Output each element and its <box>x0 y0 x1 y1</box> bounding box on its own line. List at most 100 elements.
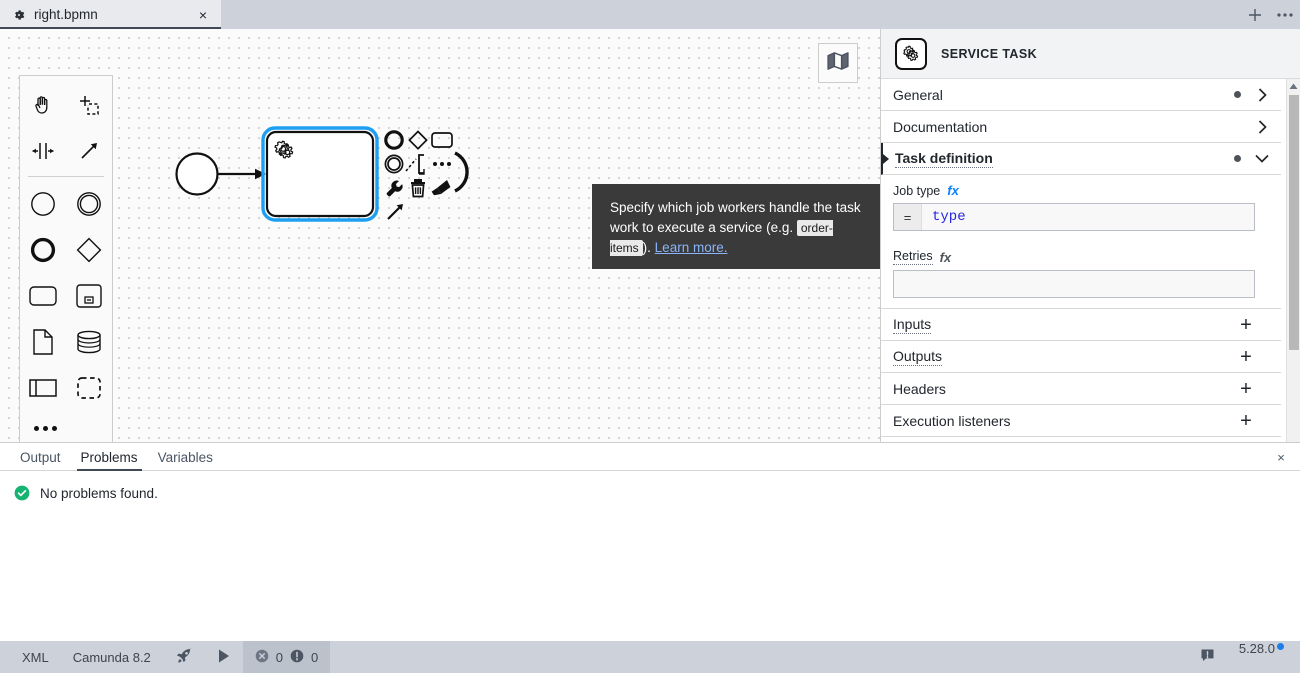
scrollbar-thumb[interactable] <box>1289 95 1299 350</box>
create-data-object-icon[interactable] <box>20 319 66 365</box>
tab-variables[interactable]: Variables <box>148 450 223 470</box>
error-count: 0 <box>275 649 284 665</box>
job-type-input[interactable]: = type <box>893 203 1255 231</box>
new-tab-button[interactable] <box>1240 0 1270 29</box>
connect-arrow-icon[interactable] <box>387 204 403 220</box>
chevron-right-icon[interactable] <box>1255 119 1269 134</box>
retries-input[interactable] <box>893 270 1255 298</box>
group-inputs-label: Inputs <box>893 315 932 334</box>
close-icon[interactable]: × <box>1272 448 1290 466</box>
start-event[interactable] <box>175 152 219 196</box>
properties-scrollbar[interactable] <box>1286 79 1300 442</box>
create-data-store-icon[interactable] <box>66 319 112 365</box>
lasso-tool-icon[interactable] <box>66 82 112 128</box>
group-task-definition[interactable]: Task definition <box>881 143 1281 175</box>
bpmn-canvas[interactable]: Specify which job workers handle the tas… <box>0 29 880 442</box>
tab-title: right.bpmn <box>34 7 98 22</box>
context-pad <box>384 130 469 220</box>
status-xml-label: XML <box>22 649 49 665</box>
sequence-flow[interactable] <box>218 168 266 180</box>
add-execution-listener-button[interactable]: + <box>1237 411 1255 431</box>
version-button[interactable]: 5.28.0 <box>1227 641 1290 673</box>
create-subprocess-icon[interactable] <box>66 273 112 319</box>
create-end-event-icon[interactable] <box>20 227 66 273</box>
add-header-button[interactable]: + <box>1237 379 1255 399</box>
space-tool-icon[interactable] <box>20 128 66 174</box>
group-task-definition-label: Task definition <box>895 149 993 168</box>
add-input-button[interactable]: + <box>1237 315 1255 335</box>
problems-empty-message: No problems found. <box>40 485 158 501</box>
field-retries-label-row: Retries fx <box>893 249 1269 265</box>
tab-problems[interactable]: Problems <box>71 450 148 471</box>
properties-panel-title: SERVICE TASK <box>941 46 1038 61</box>
hand-tool-icon[interactable] <box>20 82 66 128</box>
create-group-icon[interactable] <box>66 365 112 411</box>
rocket-icon <box>175 647 193 668</box>
append-text-annotation-icon[interactable] <box>405 154 425 175</box>
warning-count: 0 <box>311 649 319 665</box>
group-general[interactable]: General <box>881 79 1281 111</box>
group-general-dot <box>1234 91 1241 98</box>
append-end-event-icon[interactable] <box>384 130 404 150</box>
update-available-dot <box>1277 643 1284 650</box>
minimap-icon <box>827 51 849 75</box>
properties-panel: SERVICE TASK General Documentation Task … <box>880 29 1300 442</box>
group-documentation-label: Documentation <box>893 118 988 135</box>
chevron-right-icon[interactable] <box>1255 87 1269 102</box>
tab-bar-spacer <box>221 0 1240 29</box>
feel-toggle-icon[interactable]: fx <box>940 250 952 265</box>
append-gateway-icon[interactable] <box>408 130 428 150</box>
group-documentation[interactable]: Documentation <box>881 111 1281 143</box>
status-engine-label: Camunda 8.2 <box>72 649 151 665</box>
deploy-button[interactable] <box>163 641 205 673</box>
service-task-icon <box>895 37 927 70</box>
delete-icon[interactable] <box>411 179 425 198</box>
notifications-button[interactable] <box>1188 641 1227 673</box>
field-retries: Retries fx <box>881 241 1281 308</box>
problems-counts-button[interactable]: 0 0 <box>242 641 331 673</box>
chevron-down-icon[interactable] <box>1255 154 1269 163</box>
append-intermediate-event-icon[interactable] <box>384 154 404 174</box>
paintbrush-icon[interactable] <box>431 180 451 196</box>
status-bar: XML Camunda 8.2 0 0 5.28.0 <box>0 641 1300 673</box>
bottom-panel-tabs: Output Problems Variables × <box>0 443 1300 471</box>
properties-scroll-area: General Documentation Task definition Jo… <box>881 79 1300 442</box>
create-start-event-icon[interactable] <box>20 181 66 227</box>
group-inputs[interactable]: Inputs + <box>881 309 1281 341</box>
minimap-toggle-button[interactable] <box>818 43 858 83</box>
tab-output[interactable]: Output <box>10 450 71 470</box>
tooltip-learn-more-link[interactable]: Learn more. <box>655 240 728 255</box>
tab-overflow-button[interactable] <box>1270 0 1300 29</box>
tab-right-bpmn[interactable]: right.bpmn × <box>0 0 221 29</box>
create-gateway-icon[interactable] <box>66 227 112 273</box>
group-execution-listeners-label: Execution listeners <box>893 412 1011 429</box>
feel-toggle-icon[interactable]: fx <box>947 183 959 198</box>
group-execution-listeners[interactable]: Execution listeners + <box>881 405 1281 437</box>
append-task-icon[interactable] <box>431 132 453 148</box>
warning-icon <box>290 649 304 666</box>
create-task-icon[interactable] <box>20 273 66 319</box>
gear-icon <box>12 8 26 22</box>
play-icon <box>217 648 231 667</box>
scroll-up-arrow-icon[interactable] <box>1287 79 1300 93</box>
create-intermediate-event-icon[interactable] <box>66 181 112 227</box>
job-type-value: type <box>932 209 966 225</box>
run-button[interactable] <box>205 641 243 673</box>
error-icon <box>255 649 269 666</box>
create-participant-icon[interactable] <box>20 365 66 411</box>
service-task[interactable] <box>265 130 375 218</box>
status-engine-button[interactable]: Camunda 8.2 <box>61 641 163 673</box>
global-connect-tool-icon[interactable] <box>66 128 112 174</box>
change-type-arc-icon[interactable] <box>454 151 469 193</box>
wrench-icon[interactable] <box>386 180 403 197</box>
group-headers[interactable]: Headers + <box>881 373 1281 405</box>
close-icon[interactable]: × <box>195 7 211 23</box>
more-options-icon[interactable] <box>433 162 451 166</box>
add-output-button[interactable]: + <box>1237 347 1255 367</box>
status-xml-button[interactable]: XML <box>10 641 61 673</box>
palette-more-button[interactable] <box>20 411 112 442</box>
notification-icon <box>1200 648 1215 666</box>
camunda-modeler-window: right.bpmn × Specify which job workers h… <box>0 0 1300 673</box>
feel-prefix: = <box>894 204 922 230</box>
group-outputs[interactable]: Outputs + <box>881 341 1281 373</box>
